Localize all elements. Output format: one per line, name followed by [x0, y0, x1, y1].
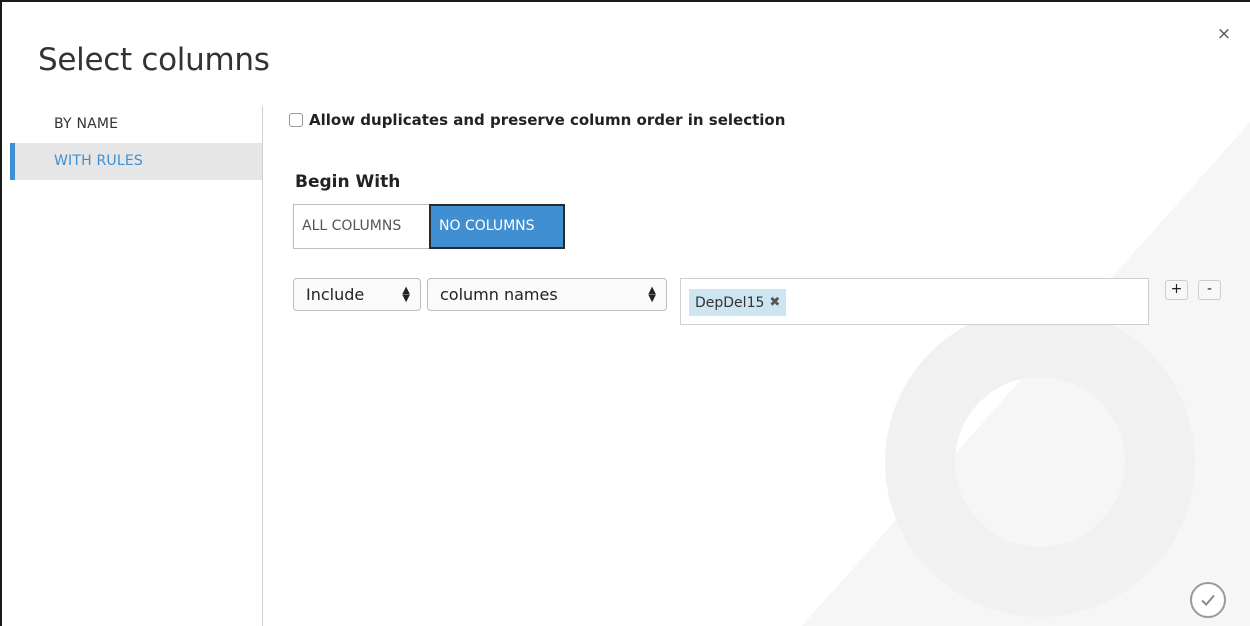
allow-duplicates-option: Allow duplicates and preserve column ord…	[289, 111, 785, 129]
include-select-value: Include	[306, 285, 365, 304]
sidebar: BY NAME WITH RULES	[10, 106, 262, 180]
all-columns-button[interactable]: ALL COLUMNS	[293, 204, 429, 249]
remove-rule-button[interactable]: -	[1198, 280, 1221, 300]
column-tag: DepDel15 ✖	[689, 289, 787, 316]
include-select[interactable]: Include ▲ ▼	[293, 278, 421, 311]
no-columns-button[interactable]: NO COLUMNS	[429, 204, 565, 249]
allow-duplicates-label: Allow duplicates and preserve column ord…	[309, 111, 786, 129]
column-tags-input[interactable]: DepDel15 ✖	[680, 278, 1149, 325]
add-rule-button[interactable]: +	[1165, 280, 1188, 300]
rule-type-select[interactable]: column names ▲ ▼	[427, 278, 667, 311]
sidebar-item-with-rules[interactable]: WITH RULES	[10, 143, 262, 180]
rule-type-select-value: column names	[440, 285, 558, 304]
select-arrows-icon: ▲ ▼	[648, 284, 656, 304]
close-icon[interactable]: ×	[1216, 26, 1232, 43]
confirm-button[interactable]	[1190, 582, 1226, 618]
begin-with-toggle: ALL COLUMNS NO COLUMNS	[293, 204, 565, 249]
allow-duplicates-checkbox[interactable]	[289, 113, 303, 127]
select-columns-dialog: × Select columns BY NAME WITH RULES Allo…	[0, 0, 1250, 626]
select-arrows-icon: ▲ ▼	[402, 284, 410, 304]
remove-tag-icon[interactable]: ✖	[769, 295, 780, 310]
sidebar-divider	[262, 106, 263, 626]
rule-row: Include ▲ ▼ column names ▲ ▼	[293, 278, 667, 311]
column-tag-label: DepDel15	[695, 294, 765, 311]
begin-with-heading: Begin With	[295, 172, 401, 192]
checkmark-icon	[1201, 594, 1215, 606]
sidebar-item-by-name[interactable]: BY NAME	[10, 106, 262, 143]
dialog-title: Select columns	[38, 42, 270, 78]
